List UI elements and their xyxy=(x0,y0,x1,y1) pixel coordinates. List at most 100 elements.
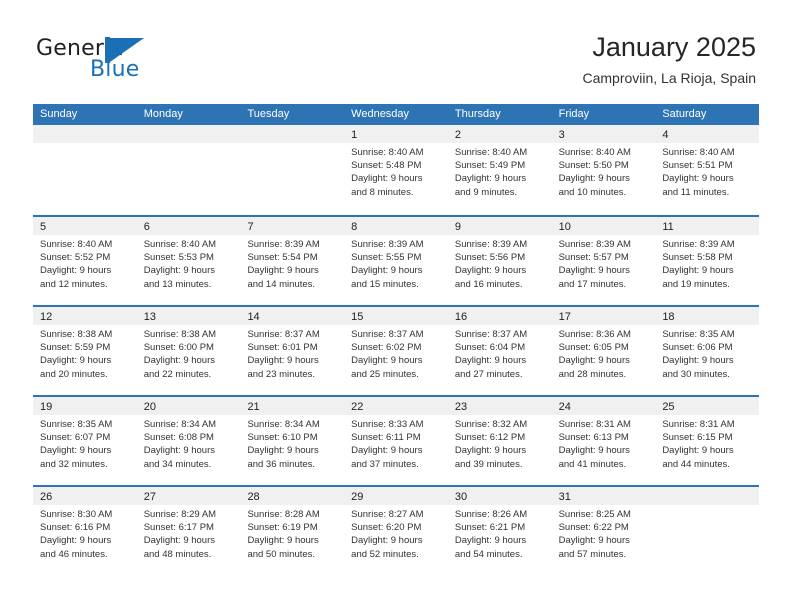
day-cell[interactable]: 3 Sunrise: 8:40 AM Sunset: 5:50 PM Daylight… xyxy=(551,125,656,215)
day-details xyxy=(240,143,344,146)
day-details: Sunrise: 8:30 AM Sunset: 6:16 PM Daylight:… xyxy=(33,505,137,561)
day-details: Sunrise: 8:35 AM Sunset: 6:07 PM Daylight:… xyxy=(33,415,137,471)
day-cell[interactable]: 22 Sunrise: 8:33 AM Sunset: 6:11 PM Dayligh… xyxy=(344,397,448,485)
sunrise-text: Sunrise: 8:33 AM xyxy=(351,419,424,430)
day-cell[interactable]: 30 Sunrise: 8:26 AM Sunset: 6:21 PM Dayligh… xyxy=(447,487,552,575)
day-number-band: 29 xyxy=(344,487,448,505)
day-number-band: 14 xyxy=(240,307,345,325)
sunset-text: Sunset: 5:53 PM xyxy=(143,252,214,264)
weekday-header-friday: Friday xyxy=(558,108,590,120)
sunrise-text: Sunrise: 8:25 AM xyxy=(558,509,631,520)
day-cell[interactable]: 29 Sunrise: 8:27 AM Sunset: 6:20 PM Dayligh… xyxy=(344,487,448,575)
day-number-band: 22 xyxy=(344,397,448,415)
sunset-text: Sunset: 6:10 PM xyxy=(247,432,318,444)
sunset-text: Sunset: 6:13 PM xyxy=(558,432,629,444)
day-number: 16 xyxy=(454,311,468,323)
day-cell[interactable]: 19 Sunrise: 8:35 AM Sunset: 6:07 PM Dayligh… xyxy=(33,397,137,485)
daylight-text-line2: and 12 minutes. xyxy=(40,278,108,290)
daylight-text-line1: Daylight: 9 hours xyxy=(454,265,527,277)
day-number-band: 20 xyxy=(136,397,241,415)
day-cell[interactable]: 2 Sunrise: 8:40 AM Sunset: 5:49 PM Daylight… xyxy=(447,125,552,215)
daylight-text-line2: and 37 minutes. xyxy=(351,458,419,470)
weekday-header-tuesday: Tuesday xyxy=(247,108,290,120)
daylight-text-line2: and 17 minutes. xyxy=(558,278,627,290)
brand-logo[interactable]: General Blue xyxy=(36,36,246,86)
day-number: 20 xyxy=(143,401,156,413)
sunset-text: Sunset: 5:50 PM xyxy=(558,160,629,172)
day-number: 23 xyxy=(454,401,468,413)
daylight-text-line1: Daylight: 9 hours xyxy=(558,265,630,277)
daylight-text-line1: Daylight: 9 hours xyxy=(662,265,734,277)
sunrise-text: Sunrise: 8:40 AM xyxy=(454,147,528,158)
day-number-band: 7 xyxy=(240,217,345,235)
day-details: Sunrise: 8:31 AM Sunset: 6:15 PM Daylight:… xyxy=(655,415,759,471)
day-number: 22 xyxy=(351,401,364,413)
daylight-text-line2: and 15 minutes. xyxy=(351,278,419,290)
day-details xyxy=(33,143,137,146)
day-cell[interactable]: 14 Sunrise: 8:37 AM Sunset: 6:01 PM Dayligh… xyxy=(240,307,345,395)
sunset-text: Sunset: 5:51 PM xyxy=(662,160,733,172)
day-cell[interactable]: 23 Sunrise: 8:32 AM Sunset: 6:12 PM Dayligh… xyxy=(447,397,552,485)
day-cell[interactable]: 1 Sunrise: 8:40 AM Sunset: 5:48 PM Daylight… xyxy=(344,125,448,215)
day-cell[interactable]: 8 Sunrise: 8:39 AM Sunset: 5:55 PM Daylight… xyxy=(344,217,448,305)
day-cell[interactable]: 26 Sunrise: 8:30 AM Sunset: 6:16 PM Dayligh… xyxy=(33,487,137,575)
day-number-band: 12 xyxy=(33,307,137,325)
daylight-text-line2: and 57 minutes. xyxy=(558,548,627,560)
day-cell-empty xyxy=(655,487,760,575)
sunset-text: Sunset: 6:20 PM xyxy=(351,522,422,534)
day-number-band: 30 xyxy=(447,487,552,505)
day-number-band xyxy=(33,125,137,143)
day-cell[interactable]: 16 Sunrise: 8:37 AM Sunset: 6:04 PM Dayligh… xyxy=(447,307,552,395)
day-cell[interactable]: 7 Sunrise: 8:39 AM Sunset: 5:54 PM Daylight… xyxy=(240,217,345,305)
day-cell-empty xyxy=(33,125,137,215)
day-number: 7 xyxy=(247,221,254,233)
day-cell[interactable]: 31 Sunrise: 8:25 AM Sunset: 6:22 PM Dayligh… xyxy=(551,487,656,575)
brand-name-blue: Blue xyxy=(90,57,140,82)
day-cell[interactable]: 24 Sunrise: 8:31 AM Sunset: 6:13 PM Dayligh… xyxy=(551,397,656,485)
daylight-text-line1: Daylight: 9 hours xyxy=(662,445,734,457)
day-details: Sunrise: 8:26 AM Sunset: 6:21 PM Daylight:… xyxy=(448,505,552,561)
sunset-text: Sunset: 5:49 PM xyxy=(454,160,526,172)
daylight-text-line2: and 8 minutes. xyxy=(351,186,414,198)
day-details: Sunrise: 8:33 AM Sunset: 6:11 PM Daylight:… xyxy=(344,415,448,471)
day-cell[interactable]: 25 Sunrise: 8:31 AM Sunset: 6:15 PM Dayligh… xyxy=(655,397,760,485)
sunrise-text: Sunrise: 8:29 AM xyxy=(143,509,217,520)
day-cell[interactable]: 27 Sunrise: 8:29 AM Sunset: 6:17 PM Dayligh… xyxy=(136,487,241,575)
day-cell[interactable]: 5 Sunrise: 8:40 AM Sunset: 5:52 PM Daylight… xyxy=(33,217,137,305)
day-cell[interactable]: 15 Sunrise: 8:37 AM Sunset: 6:02 PM Dayligh… xyxy=(344,307,448,395)
sunrise-text: Sunrise: 8:39 AM xyxy=(454,239,528,250)
day-number: 1 xyxy=(351,129,358,141)
daylight-text-line1: Daylight: 9 hours xyxy=(143,445,216,457)
day-details: Sunrise: 8:36 AM Sunset: 6:05 PM Daylight:… xyxy=(552,325,656,381)
day-cell[interactable]: 9 Sunrise: 8:39 AM Sunset: 5:56 PM Daylight… xyxy=(447,217,552,305)
day-details: Sunrise: 8:40 AM Sunset: 5:50 PM Daylight:… xyxy=(552,143,656,199)
day-cell[interactable]: 13 Sunrise: 8:38 AM Sunset: 6:00 PM Dayligh… xyxy=(136,307,241,395)
sunset-text: Sunset: 6:16 PM xyxy=(40,522,111,534)
day-cell[interactable]: 18 Sunrise: 8:35 AM Sunset: 6:06 PM Dayligh… xyxy=(655,307,760,395)
day-number-band: 24 xyxy=(551,397,656,415)
day-cell[interactable]: 17 Sunrise: 8:36 AM Sunset: 6:05 PM Dayligh… xyxy=(551,307,656,395)
day-number: 11 xyxy=(662,221,674,233)
sunrise-text: Sunrise: 8:32 AM xyxy=(454,419,528,430)
day-cell[interactable]: 21 Sunrise: 8:34 AM Sunset: 6:10 PM Dayligh… xyxy=(240,397,345,485)
sunset-text: Sunset: 6:02 PM xyxy=(351,342,422,354)
day-cell[interactable]: 28 Sunrise: 8:28 AM Sunset: 6:19 PM Dayligh… xyxy=(240,487,345,575)
sunrise-text: Sunrise: 8:40 AM xyxy=(351,147,424,158)
day-cell[interactable]: 6 Sunrise: 8:40 AM Sunset: 5:53 PM Daylight… xyxy=(136,217,241,305)
day-cell[interactable]: 12 Sunrise: 8:38 AM Sunset: 5:59 PM Dayligh… xyxy=(33,307,137,395)
day-number-band: 31 xyxy=(551,487,656,505)
sunrise-text: Sunrise: 8:36 AM xyxy=(558,329,631,340)
daylight-text-line1: Daylight: 9 hours xyxy=(351,445,423,457)
day-number-band: 10 xyxy=(551,217,656,235)
daylight-text-line2: and 13 minutes. xyxy=(143,278,212,290)
day-number-band: 8 xyxy=(344,217,448,235)
day-cell[interactable]: 10 Sunrise: 8:39 AM Sunset: 5:57 PM Dayligh… xyxy=(551,217,656,305)
day-number: 30 xyxy=(454,491,468,503)
day-number: 5 xyxy=(40,221,47,233)
page-subtitle: Camproviin, La Rioja, Spain xyxy=(582,70,756,86)
daylight-text-line2: and 20 minutes. xyxy=(40,368,108,380)
day-cell[interactable]: 4 Sunrise: 8:40 AM Sunset: 5:51 PM Daylight… xyxy=(655,125,760,215)
day-cell[interactable]: 20 Sunrise: 8:34 AM Sunset: 6:08 PM Dayligh… xyxy=(136,397,241,485)
day-cell[interactable]: 11 Sunrise: 8:39 AM Sunset: 5:58 PM Dayligh… xyxy=(655,217,760,305)
weekday-header-wednesday: Wednesday xyxy=(351,108,410,120)
